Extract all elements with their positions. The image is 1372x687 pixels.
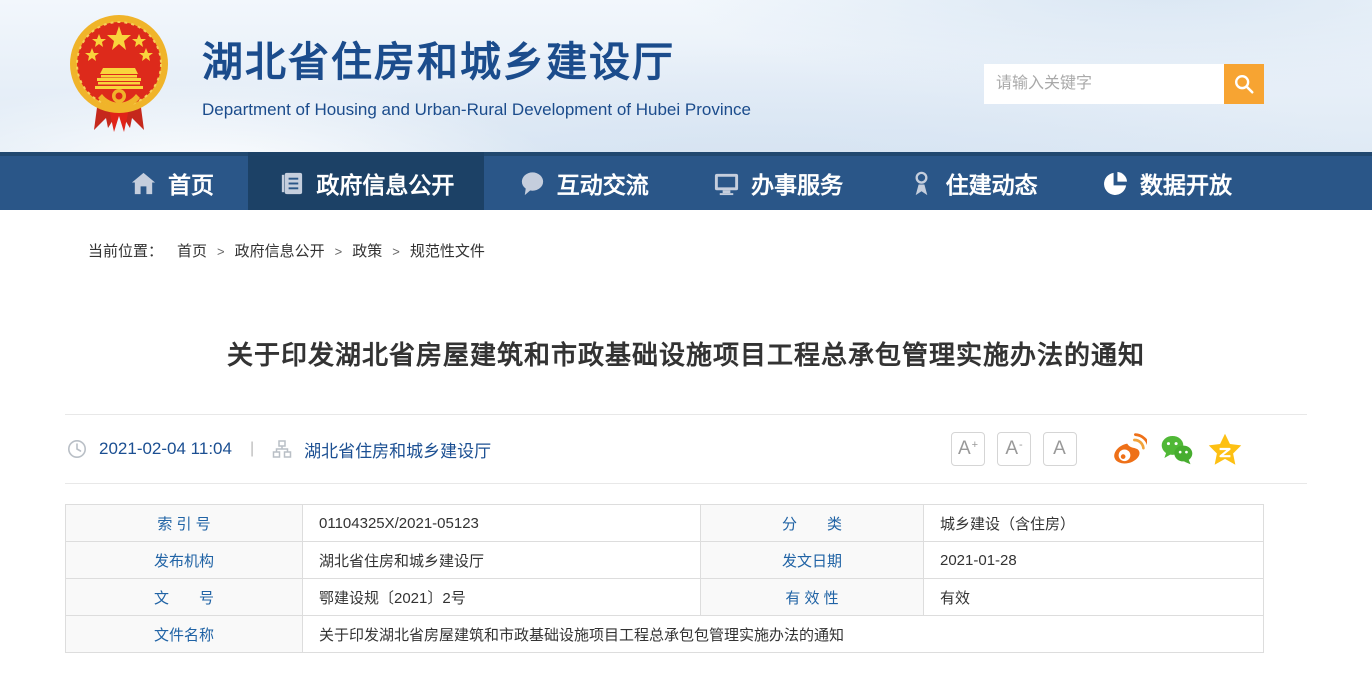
nav-item-news[interactable]: 住建动态: [878, 156, 1068, 210]
sitemap-icon: [272, 439, 292, 459]
font-btn-label: A: [958, 438, 971, 460]
breadcrumb-separator: >: [335, 244, 343, 259]
issue-date-label: 发文日期: [701, 542, 924, 579]
article-meta-bar: 2021-02-04 11:04 | 湖北省住房和城乡建设厅 A+ A- A: [65, 414, 1307, 484]
nav-item-interaction[interactable]: 互动交流: [489, 156, 679, 210]
nav-label: 办事服务: [751, 166, 843, 200]
meta-right: A+ A- A: [951, 431, 1307, 467]
font-btn-label: A: [1005, 438, 1018, 460]
font-btn-label: A: [1053, 438, 1066, 460]
meta-left: 2021-02-04 11:04 | 湖北省住房和城乡建设厅: [65, 437, 491, 462]
validity-label: 有 效 性: [701, 579, 924, 616]
issuing-agency-label: 发布机构: [66, 542, 303, 579]
meta-divider: |: [244, 440, 260, 458]
index-number-label: 索 引 号: [66, 505, 303, 542]
brand-text: 湖北省住房和城乡建设厅 Department of Housing and Ur…: [202, 28, 751, 120]
nav-label: 数据开放: [1140, 166, 1232, 200]
site-title: 湖北省住房和城乡建设厅: [202, 28, 751, 88]
index-number-value: 01104325X/2021-05123: [303, 505, 701, 542]
document-info-table: 索 引 号 01104325X/2021-05123 分 类 城乡建设（含住房）…: [65, 504, 1264, 653]
breadcrumb-home[interactable]: 首页: [177, 243, 207, 260]
font-reset-button[interactable]: A: [1043, 432, 1077, 466]
nav-label: 住建动态: [946, 166, 1038, 200]
search-input[interactable]: [984, 64, 1224, 104]
document-title-label: 文件名称: [66, 616, 303, 653]
breadcrumb-gov-info[interactable]: 政府信息公开: [235, 243, 325, 260]
table-row: 文件名称 关于印发湖北省房屋建筑和市政基础设施项目工程总承包包管理实施办法的通知: [66, 616, 1264, 653]
document-number-value: 鄂建设规〔2021〕2号: [303, 579, 701, 616]
validity-value: 有效: [924, 579, 1264, 616]
site-header: 湖北省住房和城乡建设厅 Department of Housing and Ur…: [0, 0, 1372, 152]
brand: 湖北省住房和城乡建设厅 Department of Housing and Ur…: [68, 12, 751, 136]
table-row: 文 号 鄂建设规〔2021〕2号 有 效 性 有效: [66, 579, 1264, 616]
table-row: 索 引 号 01104325X/2021-05123 分 类 城乡建设（含住房）: [66, 505, 1264, 542]
breadcrumb-separator: >: [392, 244, 400, 259]
publish-time: 2021-02-04 11:04: [99, 439, 232, 459]
nav-item-gov-info[interactable]: 政府信息公开: [248, 152, 484, 210]
nav-label: 首页: [168, 166, 214, 200]
china-national-emblem-icon: [68, 12, 170, 136]
font-increase-button[interactable]: A+: [951, 432, 985, 466]
table-row: 发布机构 湖北省住房和城乡建设厅 发文日期 2021-01-28: [66, 542, 1264, 579]
nav-item-home[interactable]: 首页: [100, 156, 244, 210]
font-btn-sup: -: [1019, 439, 1023, 451]
content-area: 当前位置： 首页 > 政府信息公开 > 政策 > 规范性文件 关于印发湖北省房屋建筑和市政基础…: [65, 240, 1307, 653]
issuing-agency-value: 湖北省住房和城乡建设厅: [303, 542, 701, 579]
monitor-icon: [713, 170, 740, 197]
breadcrumb-policy[interactable]: 政策: [352, 243, 382, 260]
qzone-icon[interactable]: [1207, 431, 1243, 467]
article-source: 湖北省住房和城乡建设厅: [304, 437, 491, 462]
chat-bubble-icon: [519, 170, 546, 197]
person-icon: [908, 170, 935, 197]
font-decrease-button[interactable]: A-: [997, 432, 1031, 466]
site-subtitle: Department of Housing and Urban-Rural De…: [202, 100, 751, 120]
wechat-icon[interactable]: [1159, 431, 1195, 467]
breadcrumb-prefix: 当前位置：: [88, 243, 163, 260]
main-nav: 首页 政府信息公开 互动交流 办事服务 住建动态: [0, 152, 1372, 210]
nav-label: 互动交流: [557, 166, 649, 200]
category-value: 城乡建设（含住房）: [924, 505, 1264, 542]
breadcrumb: 当前位置： 首页 > 政府信息公开 > 政策 > 规范性文件: [65, 240, 1307, 261]
category-label: 分 类: [701, 505, 924, 542]
document-number-label: 文 号: [66, 579, 303, 616]
nav-item-open-data[interactable]: 数据开放: [1072, 156, 1262, 210]
document-title-value: 关于印发湖北省房屋建筑和市政基础设施项目工程总承包包管理实施办法的通知: [303, 616, 1264, 653]
article-title: 关于印发湖北省房屋建筑和市政基础设施项目工程总承包管理实施办法的通知: [65, 335, 1307, 372]
pie-chart-icon: [1102, 170, 1129, 197]
nav-label: 政府信息公开: [316, 166, 454, 200]
search-icon: [1233, 73, 1255, 95]
search-button[interactable]: [1224, 64, 1264, 104]
search-box: [984, 64, 1264, 104]
breadcrumb-separator: >: [217, 244, 225, 259]
issue-date-value: 2021-01-28: [924, 542, 1264, 579]
document-icon: [278, 170, 305, 197]
breadcrumb-normative-docs[interactable]: 规范性文件: [410, 243, 485, 260]
nav-item-services[interactable]: 办事服务: [683, 156, 873, 210]
home-icon: [130, 170, 157, 197]
font-btn-sup: +: [972, 439, 978, 451]
clock-icon: [67, 439, 87, 459]
weibo-icon[interactable]: [1111, 431, 1147, 467]
